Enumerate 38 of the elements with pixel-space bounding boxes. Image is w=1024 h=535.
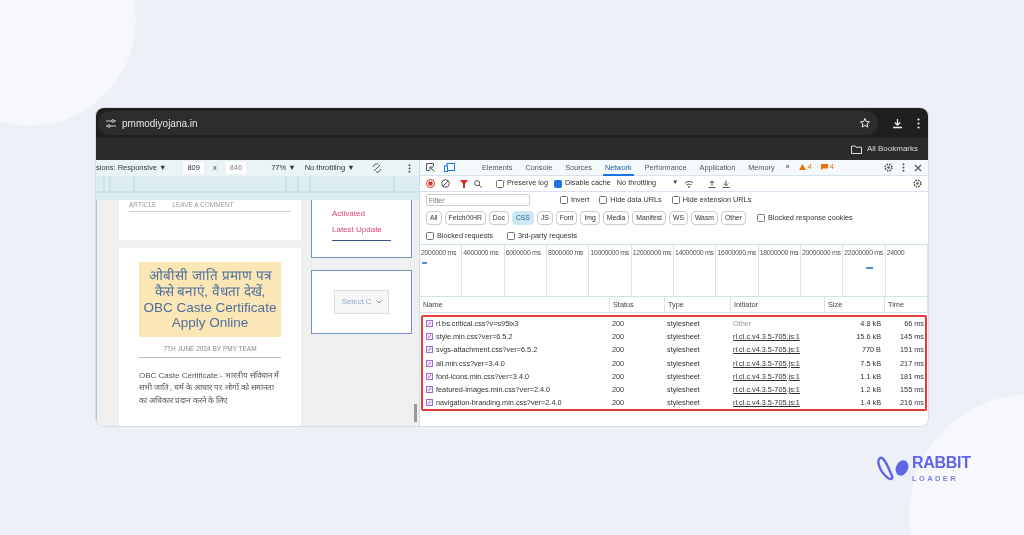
bookmarks-link[interactable]: All Bookmarks [866, 143, 918, 155]
url-text: pmmodiyojana.in [122, 116, 198, 131]
download-icon[interactable] [722, 179, 731, 188]
more-icon[interactable] [408, 163, 411, 173]
sidebar-link[interactable]: Latest Update [332, 222, 391, 238]
settings-icon[interactable] [884, 163, 893, 172]
device-toggle-icon[interactable] [444, 163, 455, 172]
post-title[interactable]: ओबीसी जाति प्रमाण पत्र कैसे बनाएं, वैधता देखें, OBC Caste Certificate Apply Online [139, 262, 281, 338]
stylesheet-icon [426, 333, 433, 341]
stylesheet-icon [426, 386, 433, 394]
wifi-icon[interactable] [684, 179, 695, 188]
logo-text: RABBIT [912, 455, 971, 472]
tune-icon[interactable] [106, 118, 116, 128]
rotate-icon[interactable] [371, 163, 382, 173]
sidebar-link[interactable]: Activated [332, 206, 391, 222]
upload-icon[interactable] [708, 179, 717, 188]
issue-icon [820, 164, 828, 171]
stylesheet-icon [426, 320, 433, 328]
address-bar[interactable]: pmmodiyojana.in [98, 111, 878, 135]
stylesheet-icon [426, 399, 433, 407]
filter-icon[interactable] [460, 179, 468, 188]
warning-icon [798, 164, 806, 171]
close-icon[interactable] [914, 163, 922, 172]
menu-icon[interactable] [917, 117, 920, 129]
record-button[interactable] [426, 179, 435, 188]
stylesheet-icon [426, 372, 433, 380]
stylesheet-icon [426, 346, 433, 354]
scrollbar-thumb[interactable] [414, 404, 417, 422]
settings-icon[interactable] [913, 179, 922, 188]
search-icon[interactable] [474, 179, 482, 188]
inspect-icon[interactable] [426, 163, 435, 172]
clear-icon[interactable] [441, 179, 450, 188]
stylesheet-icon [426, 359, 433, 367]
star-icon[interactable] [860, 118, 870, 128]
caret-icon [375, 300, 382, 304]
folder-icon[interactable] [850, 144, 862, 154]
post-excerpt: OBC Caste Certificate:- भारतीय संविधान में सभी जाति, धर्म के आधार पर लोगों को समानता का अधिकार प्रदान करने के लिए [139, 369, 281, 407]
more-icon[interactable] [902, 163, 905, 172]
